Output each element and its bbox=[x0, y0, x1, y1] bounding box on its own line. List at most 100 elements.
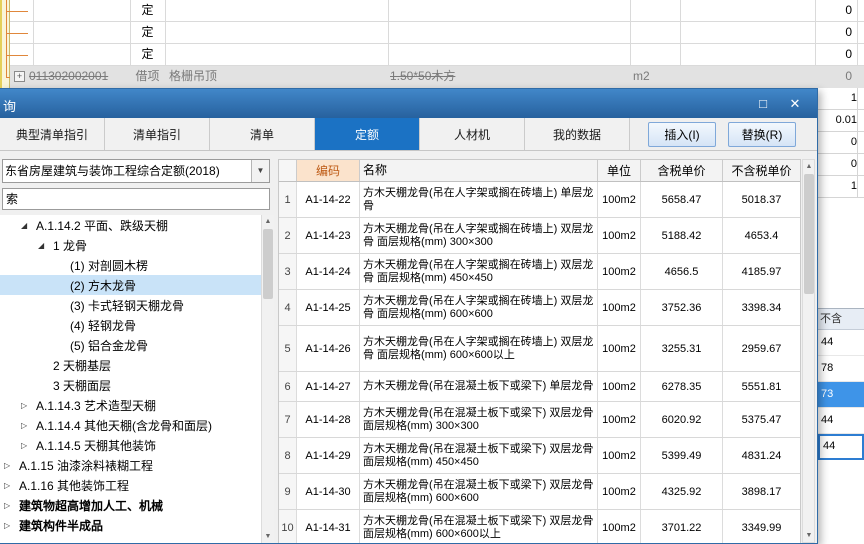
tree-expanded-icon[interactable]: ◢ bbox=[21, 221, 36, 230]
tree-item[interactable]: (1) 对剖圆木楞 bbox=[0, 255, 261, 275]
scroll-thumb[interactable] bbox=[263, 229, 273, 299]
tree-item[interactable]: ▷ A.1.14.3 艺术造型天棚 bbox=[0, 395, 261, 415]
cell-price-tax: 5399.49 bbox=[641, 438, 723, 473]
tree-collapsed-icon[interactable]: ▷ bbox=[4, 461, 19, 470]
cell-name: 方木天棚龙骨(吊在混凝土板下或梁下) 单层龙骨 bbox=[360, 372, 598, 401]
quota-library-select[interactable]: 东省房屋建筑与装饰工程综合定额(2018) ▼ bbox=[2, 159, 270, 183]
tree-item-label: (5) 铝合金龙骨 bbox=[70, 338, 149, 353]
insert-button[interactable]: 插入(I) bbox=[648, 122, 716, 147]
table-row[interactable]: 1 A1-14-22 方木天棚龙骨(吊在人字架或搁在砖墙上) 单层龙骨 100m2 56… bbox=[279, 182, 800, 218]
cell-price-tax: 3701.22 bbox=[641, 510, 723, 543]
tree-item-label: A.1.15 油漆涂料裱糊工程 bbox=[19, 458, 154, 473]
table-row[interactable]: 3 A1-14-24 方木天棚龙骨(吊在人字架或搁在砖墙上) 双层龙骨 面层规格(m… bbox=[279, 254, 800, 290]
table-row[interactable]: 5 A1-14-26 方木天棚龙骨(吊在人字架或搁在砖墙上) 双层龙骨 面层规格(m… bbox=[279, 326, 800, 372]
maximize-button[interactable]: □ bbox=[751, 94, 775, 113]
header-code[interactable]: 编码 bbox=[297, 160, 360, 181]
header-price-notax[interactable]: 不含税单价 bbox=[723, 160, 800, 181]
cell-name: 方木天棚龙骨(吊在混凝土板下或梁下) 双层龙骨 面层规格(mm) 300×300 bbox=[360, 402, 598, 437]
tab-0[interactable]: 典型清单指引 bbox=[0, 118, 105, 150]
cell-code: A1-14-27 bbox=[297, 372, 360, 401]
tab-4[interactable]: 人材机 bbox=[420, 118, 525, 150]
tree-collapsed-icon[interactable]: ▷ bbox=[4, 501, 19, 510]
cell-price-tax: 3752.36 bbox=[641, 290, 723, 325]
scroll-up-icon[interactable]: ▲ bbox=[803, 160, 815, 173]
expand-button[interactable]: + bbox=[14, 71, 25, 82]
tree-expanded-icon[interactable]: ◢ bbox=[38, 241, 53, 250]
cell-code: A1-14-28 bbox=[297, 402, 360, 437]
quota-library-value: 东省房屋建筑与装饰工程综合定额(2018) bbox=[5, 164, 220, 178]
grid-cell: 44 bbox=[818, 434, 864, 460]
tab-bar: 典型清单指引 清单指引 清单 定额 人材机 我的数据 插入(I) 替换(R) bbox=[0, 118, 817, 151]
tree-item[interactable]: (2) 方木龙骨 bbox=[0, 275, 261, 295]
cell-price-notax: 3398.34 bbox=[741, 301, 782, 314]
tree-item[interactable]: 3 天棚面层 bbox=[0, 375, 261, 395]
tree-collapsed-icon[interactable]: ▷ bbox=[21, 401, 36, 410]
cell-price-tax: 5188.42 bbox=[641, 218, 723, 253]
scroll-up-icon[interactable]: ▲ bbox=[262, 215, 274, 228]
tree-item[interactable]: (3) 卡式轻钢天棚龙骨 bbox=[0, 295, 261, 315]
lower-pane-cells: 44 78 73 44 44 bbox=[818, 330, 864, 460]
bill-row[interactable]: 定0 bbox=[0, 0, 864, 22]
tab-5[interactable]: 我的数据 bbox=[525, 118, 630, 150]
scroll-down-icon[interactable]: ▼ bbox=[803, 529, 815, 542]
scroll-down-icon[interactable]: ▼ bbox=[262, 530, 274, 543]
bill-row[interactable]: 定0 bbox=[0, 44, 864, 66]
tree-item-label: A.1.14.2 平面、跌级天棚 bbox=[36, 218, 169, 233]
table-row[interactable]: 9 A1-14-30 方木天棚龙骨(吊在混凝土板下或梁下) 双层龙骨 面层规格(mm… bbox=[279, 474, 800, 510]
tree-item[interactable]: (4) 轻钢龙骨 bbox=[0, 315, 261, 335]
disabled-bill-row[interactable]: + 011302002001 借项 格栅吊顶 1.50*50木方 m2 0 bbox=[10, 66, 864, 88]
tree-item[interactable]: ▷ A.1.16 其他装饰工程 bbox=[0, 475, 261, 495]
bill-unit: m2 bbox=[633, 69, 650, 83]
header-name[interactable]: 名称 bbox=[360, 160, 598, 181]
query-dialog: 询 □ ✕ 典型清单指引 清单指引 清单 定额 人材机 我的数据 插入(I) 替换(R) … bbox=[0, 88, 818, 544]
cell-unit: 100m2 bbox=[598, 510, 641, 543]
search-input[interactable]: 索 bbox=[2, 188, 270, 210]
bill-category: 定 bbox=[141, 3, 154, 17]
table-row[interactable]: 8 A1-14-29 方木天棚龙骨(吊在混凝土板下或梁下) 双层龙骨 面层规格(mm… bbox=[279, 438, 800, 474]
tree-item[interactable]: ▷ 建筑构件半成品 bbox=[0, 515, 261, 535]
grid-cell: 44 bbox=[818, 408, 864, 434]
tab-3[interactable]: 定额 bbox=[315, 118, 420, 150]
tree-item[interactable]: 2 天棚基层 bbox=[0, 355, 261, 375]
header-unit[interactable]: 单位 bbox=[598, 160, 641, 181]
tab-2[interactable]: 清单 bbox=[210, 118, 315, 150]
cell-code: A1-14-26 bbox=[297, 326, 360, 371]
table-row[interactable]: 4 A1-14-25 方木天棚龙骨(吊在人字架或搁在砖墙上) 双层龙骨 面层规格(m… bbox=[279, 290, 800, 326]
cell-name: 方木天棚龙骨(吊在混凝土板下或梁下) 双层龙骨 面层规格(mm) 600×600… bbox=[360, 510, 598, 543]
grid-cell: 44 bbox=[818, 330, 864, 356]
tree-collapsed-icon[interactable]: ▷ bbox=[4, 521, 19, 530]
replace-button[interactable]: 替换(R) bbox=[728, 122, 796, 147]
cell-price-notax: 3349.99 bbox=[741, 521, 782, 534]
tree-item-label: 建筑构件半成品 bbox=[19, 518, 104, 533]
tree-item[interactable]: ▷ A.1.14.4 其他天棚(含龙骨和面层) bbox=[0, 415, 261, 435]
tree-item[interactable]: ◢ 1 龙骨 bbox=[0, 235, 261, 255]
chevron-down-icon[interactable]: ▼ bbox=[251, 160, 269, 182]
tree-item[interactable]: ▷ A.1.15 油漆涂料裱糊工程 bbox=[0, 455, 261, 475]
table-row[interactable]: 2 A1-14-23 方木天棚龙骨(吊在人字架或搁在砖墙上) 双层龙骨 面层规格(m… bbox=[279, 218, 800, 254]
tree-scrollbar[interactable]: ▲ ▼ bbox=[261, 215, 274, 543]
tab-1[interactable]: 清单指引 bbox=[105, 118, 210, 150]
table-row[interactable]: 10 A1-14-31 方木天棚龙骨(吊在混凝土板下或梁下) 双层龙骨 面层规格(m… bbox=[279, 510, 800, 543]
scroll-thumb[interactable] bbox=[804, 174, 814, 294]
table-row[interactable]: 7 A1-14-28 方木天棚龙骨(吊在混凝土板下或梁下) 双层龙骨 面层规格(mm… bbox=[279, 402, 800, 438]
header-price-tax[interactable]: 含税单价 bbox=[641, 160, 723, 181]
right-column-cells: 1 0.01 0 0 1 bbox=[818, 88, 864, 198]
tree-item[interactable]: (5) 铝合金龙骨 bbox=[0, 335, 261, 355]
tree-item-label: A.1.14.4 其他天棚(含龙骨和面层) bbox=[36, 418, 213, 433]
table-row[interactable]: 6 A1-14-27 方木天棚龙骨(吊在混凝土板下或梁下) 单层龙骨 100m2 627… bbox=[279, 372, 800, 402]
lower-pane-header: 不含 bbox=[818, 308, 864, 330]
tree-item-label: A.1.14.3 艺术造型天棚 bbox=[36, 398, 157, 413]
tree-collapsed-icon[interactable]: ▷ bbox=[4, 481, 19, 490]
row-number: 10 bbox=[279, 510, 297, 543]
row-number: 9 bbox=[279, 474, 297, 509]
cell-unit: 100m2 bbox=[598, 438, 641, 473]
close-button[interactable]: ✕ bbox=[783, 94, 807, 113]
tree-item[interactable]: ◢ A.1.14.2 平面、跌级天棚 bbox=[0, 215, 261, 235]
tree-collapsed-icon[interactable]: ▷ bbox=[21, 421, 36, 430]
tree-item[interactable]: ▷ A.1.14.5 天棚其他装饰 bbox=[0, 435, 261, 455]
tree-item[interactable]: ▷ 建筑物超高增加人工、机械 bbox=[0, 495, 261, 515]
tree-collapsed-icon[interactable]: ▷ bbox=[21, 441, 36, 450]
table-scrollbar[interactable]: ▲ ▼ bbox=[802, 159, 815, 543]
bill-row[interactable]: 定0 bbox=[0, 22, 864, 44]
dialog-titlebar[interactable]: 询 □ ✕ bbox=[0, 89, 817, 118]
